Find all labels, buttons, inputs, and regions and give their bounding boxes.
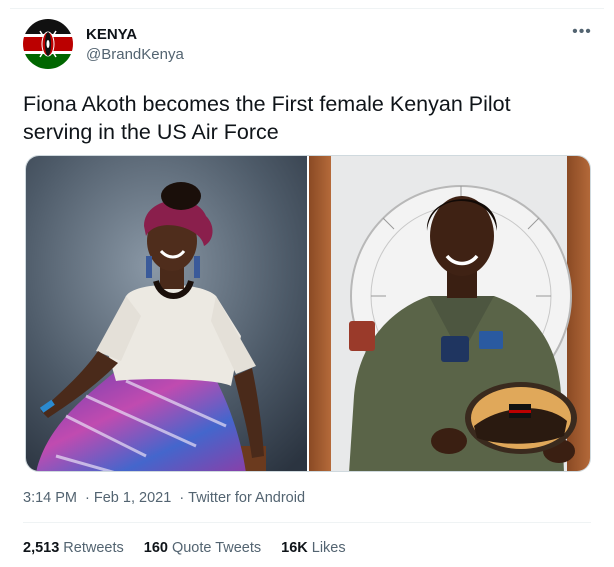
author-handle[interactable]: @BrandKenya [86,46,184,63]
quote-tweets-stat[interactable]: 160 Quote Tweets [144,540,261,556]
tweet-date[interactable]: Feb 1, 2021 [94,490,171,506]
divider [10,8,604,9]
retweets-count: 2,513 [23,540,60,556]
engagement-stats: 2,513 Retweets 160 Quote Tweets 16K Likes [23,540,346,556]
tweet-text: Fiona Akoth becomes the First female Ken… [23,92,511,144]
tweet-card: KENYA @BrandKenya ••• Fiona Akoth become… [0,0,614,567]
more-icon: ••• [572,23,592,40]
photo-uniform-portrait[interactable] [309,156,590,471]
tweet-source[interactable]: Twitter for Android [188,490,305,506]
likes-count: 16K [281,540,308,556]
avatar[interactable] [23,19,73,69]
retweets-label: Retweets [63,540,124,556]
meta-separator: · [85,490,90,506]
retweets-stat[interactable]: 2,513 Retweets [23,540,124,556]
likes-stat[interactable]: 16K Likes [281,540,345,556]
quote-tweets-label: Quote Tweets [171,540,262,556]
media-grid [25,155,591,472]
author-name[interactable]: KENYA [86,26,137,43]
more-options-button[interactable]: ••• [570,22,594,42]
divider [23,522,591,523]
likes-label: Likes [311,540,346,556]
quote-tweets-count: 160 [143,540,168,556]
photo-civilian-portrait[interactable] [26,156,307,471]
kenya-flag-icon [23,19,73,69]
meta-separator: · [179,490,185,506]
tweet-time[interactable]: 3:14 PM [23,490,77,506]
tweet-meta: 3:14 PM · Feb 1, 2021 · Twitter for Androi… [23,490,305,506]
